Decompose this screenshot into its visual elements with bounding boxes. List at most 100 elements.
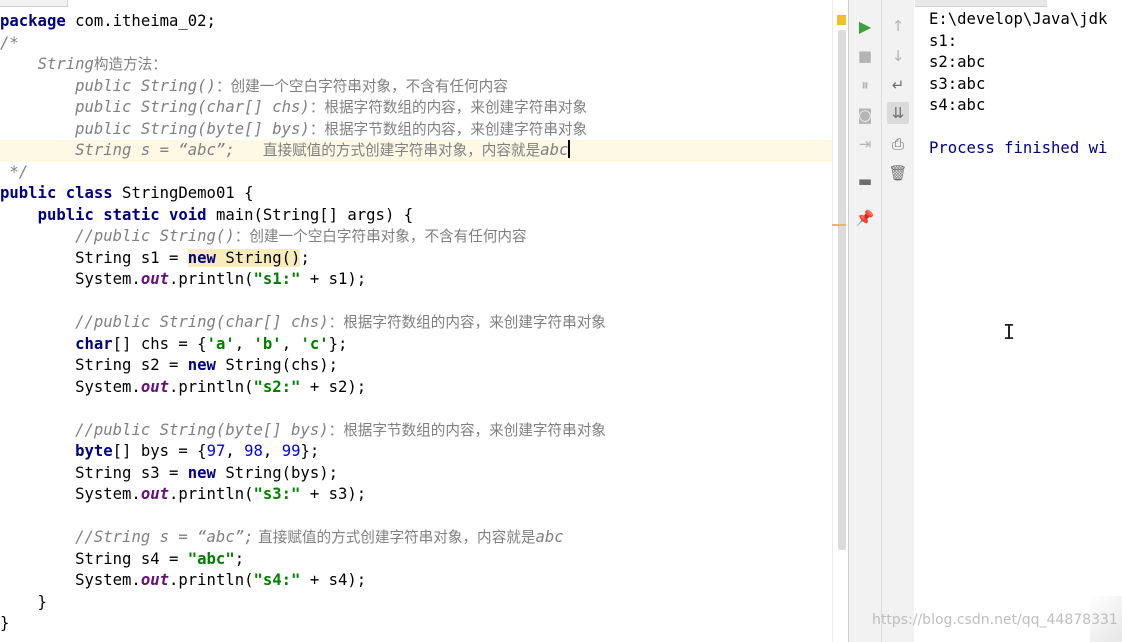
line-marker[interactable] [832, 224, 846, 226]
code-text: + s1); [300, 270, 367, 288]
run-icon[interactable]: ▶ [854, 15, 876, 37]
comment: ：根据字符数组的内容，来创建字符串对象 [328, 314, 606, 331]
code-line: String s2 = new String(chs); [0, 355, 832, 377]
code-line: String s3 = new String(bys); [0, 463, 832, 485]
warning-marker[interactable] [837, 15, 846, 25]
code-text: String s3 = [0, 463, 188, 482]
comment: //public String() [75, 227, 235, 245]
trash-icon[interactable]: 🗑 [887, 162, 909, 184]
number-literal: 99 [281, 442, 301, 460]
number-literal: 97 [206, 442, 226, 460]
string-literal: "s4:" [253, 571, 301, 589]
string-literal: 'b' [253, 334, 282, 353]
code-line: //public String(char[] chs)：根据字符数组的内容，来创… [0, 312, 832, 334]
string-literal: 'a' [206, 334, 235, 353]
editor-scrollbar[interactable] [838, 30, 846, 550]
code-area[interactable]: package com.itheima_02; /* String构造方法： p… [0, 11, 832, 635]
code-editor[interactable]: package com.itheima_02; /* String构造方法： p… [0, 0, 832, 642]
code-text: String(chs); [215, 356, 338, 374]
pause-icon[interactable]: ⏸ [854, 74, 876, 96]
code-text: ; [234, 549, 245, 568]
stop-icon[interactable]: ■ [854, 45, 876, 67]
keyword: new [187, 248, 216, 267]
comment: ：根据字符数组的内容，来创建字符串对象 [309, 99, 588, 116]
exit-icon[interactable]: ⇥ [854, 133, 876, 155]
code-text: .println( [169, 377, 254, 396]
comment: abc [535, 528, 564, 546]
code-text: }; [300, 442, 320, 460]
code-text: System. [0, 485, 141, 503]
string-literal: 'c' [300, 334, 329, 353]
code-line: String构造方法： [0, 54, 832, 76]
code-text: System. [0, 571, 141, 589]
comment: 直接赋值的方式创建字符串对象，内容就是 [253, 529, 536, 546]
code-text: System. [0, 377, 141, 396]
up-arrow-icon[interactable]: ↑ [887, 15, 909, 37]
print-icon[interactable]: ⎙ [887, 133, 909, 155]
static-field: out [140, 485, 169, 503]
code-text: main(String[] args) { [206, 205, 414, 224]
code-line: System.out.println("s3:" + s3); [0, 484, 832, 506]
console-output[interactable]: E:\develop\Java\jdk s1: s2:abc s3:abc s4… [915, 0, 1122, 642]
code-text: String s1 = [0, 248, 188, 267]
down-arrow-icon[interactable]: ↓ [887, 45, 909, 67]
console-line: s2:abc [929, 53, 986, 71]
keyword: public class [0, 184, 113, 202]
console-line: E:\develop\Java\jdk [929, 10, 1108, 28]
keyword: new [187, 356, 216, 374]
comment: //public String(char[] chs) [75, 313, 329, 331]
scroll-to-end-icon[interactable]: ⇊ [887, 102, 909, 124]
code-text: System. [0, 270, 141, 288]
comment: 直接赋值的方式创建字符串对象，内容就是 [262, 142, 541, 159]
text-cursor-icon: I [1003, 320, 1016, 344]
code-text: } [0, 592, 47, 611]
layout-icon[interactable]: ▬ [854, 170, 876, 192]
code-line: //public String(byte[] bys)：根据字节数组的内容，来创… [0, 420, 832, 442]
code-text: + s4); [300, 571, 367, 589]
string-literal: "s1:" [253, 270, 301, 288]
console-line: s3:abc [929, 74, 986, 93]
code-line: String s4 = "abc"; [0, 549, 832, 571]
code-text: .println( [169, 270, 254, 288]
keyword: public static void [37, 205, 207, 224]
code-text: + s3); [300, 485, 367, 503]
editor-tab[interactable] [0, 0, 68, 7]
toolbar-divider [881, 0, 882, 642]
comment: public String(byte[] bys) [75, 119, 310, 138]
static-field: out [140, 270, 169, 288]
console-line: Process finished wi [929, 139, 1108, 157]
code-text: .println( [169, 571, 254, 589]
comment: String s = “abc”; [75, 141, 235, 159]
camera-icon[interactable]: ◙ [854, 104, 876, 126]
string-literal: "abc" [187, 549, 235, 568]
code-text: [] bys = { [112, 442, 207, 460]
text-caret [568, 140, 571, 158]
code-line: byte[] bys = {97, 98, 99}; [0, 441, 832, 463]
console-tab[interactable] [915, 0, 1047, 7]
code-text: String(bys); [215, 463, 338, 482]
code-text: .println( [169, 485, 254, 503]
comment: 构造方法： [93, 56, 167, 73]
code-text: [] chs = { [112, 334, 207, 353]
code-text: }; [328, 334, 348, 353]
comment: public String() [75, 76, 216, 95]
comment: */ [0, 162, 29, 181]
highlighted-code: String() [215, 248, 301, 267]
keyword: new [187, 463, 216, 482]
keyword: package [0, 12, 66, 30]
string-literal: "s2:" [253, 377, 301, 396]
pin-icon[interactable]: 📌 [854, 207, 876, 229]
number-literal: 98 [244, 442, 263, 460]
soft-wrap-icon[interactable]: ↵ [887, 74, 909, 96]
watermark: https://blog.csdn.net/qq_44878331 [872, 612, 1118, 628]
console-line: s1: [929, 31, 958, 50]
